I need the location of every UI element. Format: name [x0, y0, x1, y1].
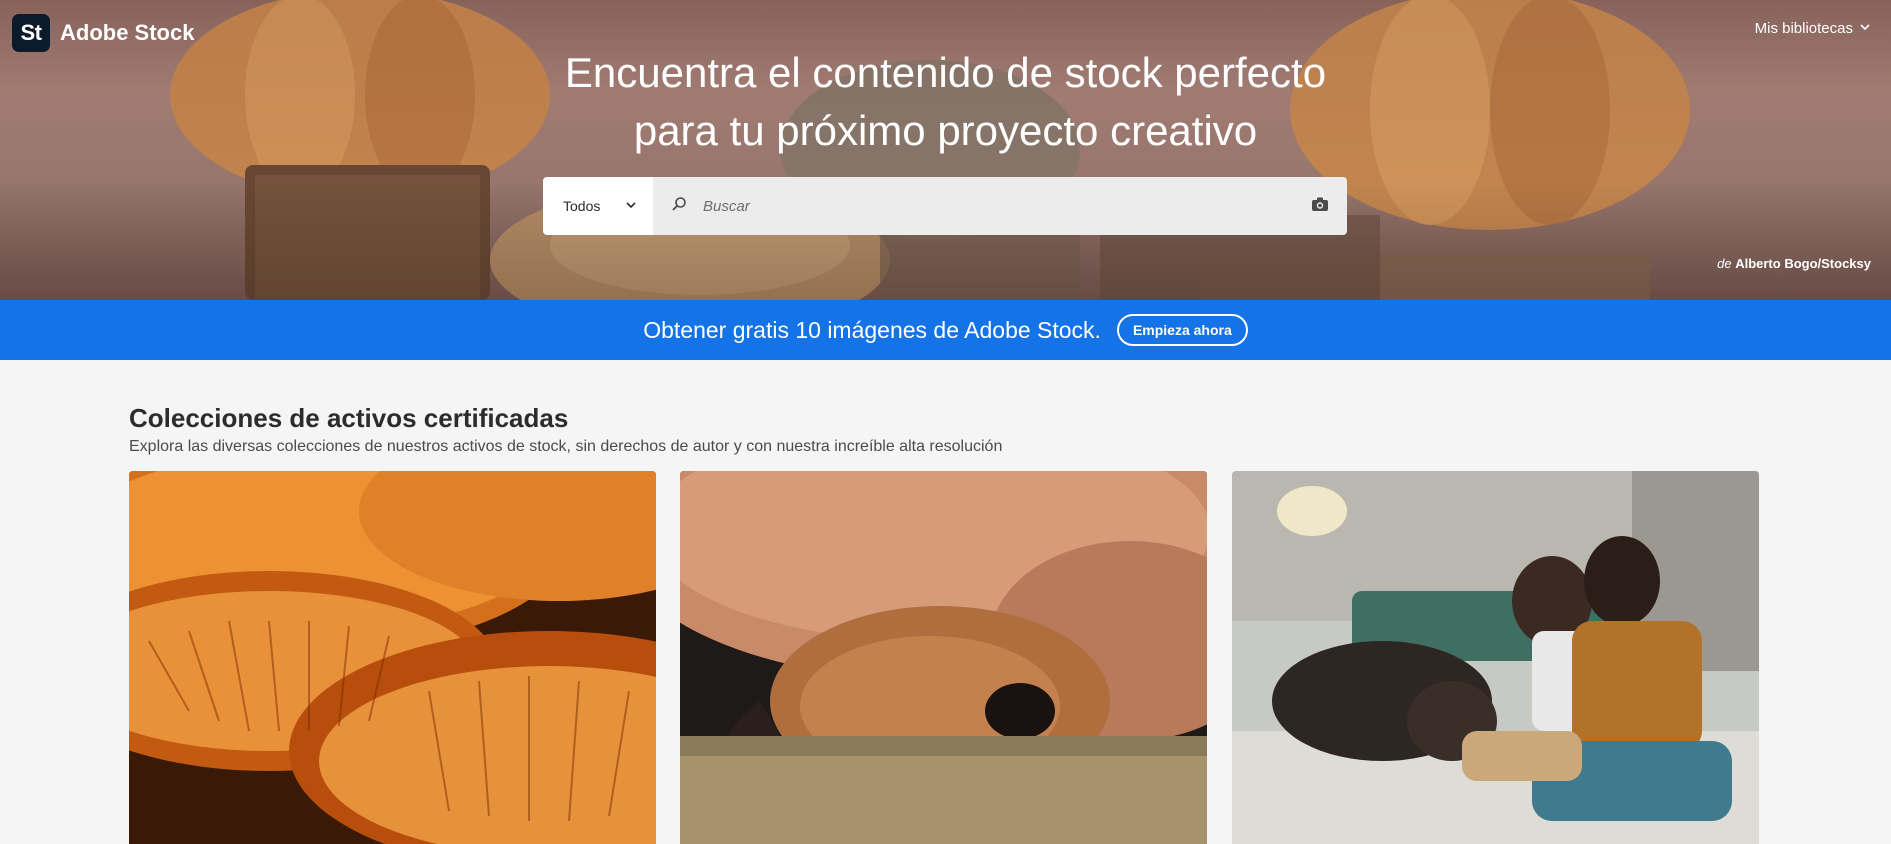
collection-card-men-dog[interactable]	[1232, 471, 1759, 844]
hero-title-line1: Encuentra el contenido de stock perfecto	[564, 49, 1327, 96]
hero-banner: St Adobe Stock Mis bibliotecas Encuentra…	[0, 0, 1891, 300]
collection-card-mushrooms[interactable]	[129, 471, 656, 844]
camera-icon[interactable]	[1311, 196, 1329, 217]
section-subtitle: Explora las diversas colecciones de nues…	[129, 438, 1003, 455]
sleeping-dog-image	[680, 471, 1207, 844]
search-icon	[671, 196, 687, 217]
search-input[interactable]	[701, 196, 1297, 216]
my-libraries-menu[interactable]: Mis bibliotecas	[1755, 20, 1871, 37]
search-bar: Todos	[543, 177, 1347, 235]
chevron-down-icon	[625, 198, 637, 214]
image-credit: de Alberto Bogo/Stocksy	[1717, 256, 1871, 271]
search-type-label: Todos	[563, 198, 601, 214]
men-with-dog-image	[1232, 471, 1759, 844]
my-libraries-label: Mis bibliotecas	[1754, 20, 1853, 37]
brand-name[interactable]: Adobe Stock	[60, 20, 194, 46]
section-title: Colecciones de activos certificadas	[129, 403, 569, 433]
promo-text: Obtener gratis 10 imágenes de Adobe Stoc…	[643, 316, 1101, 343]
start-now-button[interactable]: Empieza ahora	[1116, 314, 1248, 346]
credit-prefix: de	[1717, 256, 1732, 271]
search-type-dropdown[interactable]: Todos	[543, 177, 653, 235]
mushroom-gills-image	[129, 471, 656, 844]
promo-banner: Obtener gratis 10 imágenes de Adobe Stoc…	[0, 300, 1891, 360]
hero-title-line2: para tu próximo proyecto creativo	[633, 107, 1258, 154]
hero-title: Encuentra el contenido de stock perfecto…	[0, 44, 1891, 160]
credit-author[interactable]: Alberto Bogo/Stocksy	[1735, 256, 1871, 271]
search-field	[653, 177, 1347, 235]
chevron-down-icon	[1859, 20, 1871, 37]
collection-card-dog[interactable]	[680, 471, 1207, 844]
